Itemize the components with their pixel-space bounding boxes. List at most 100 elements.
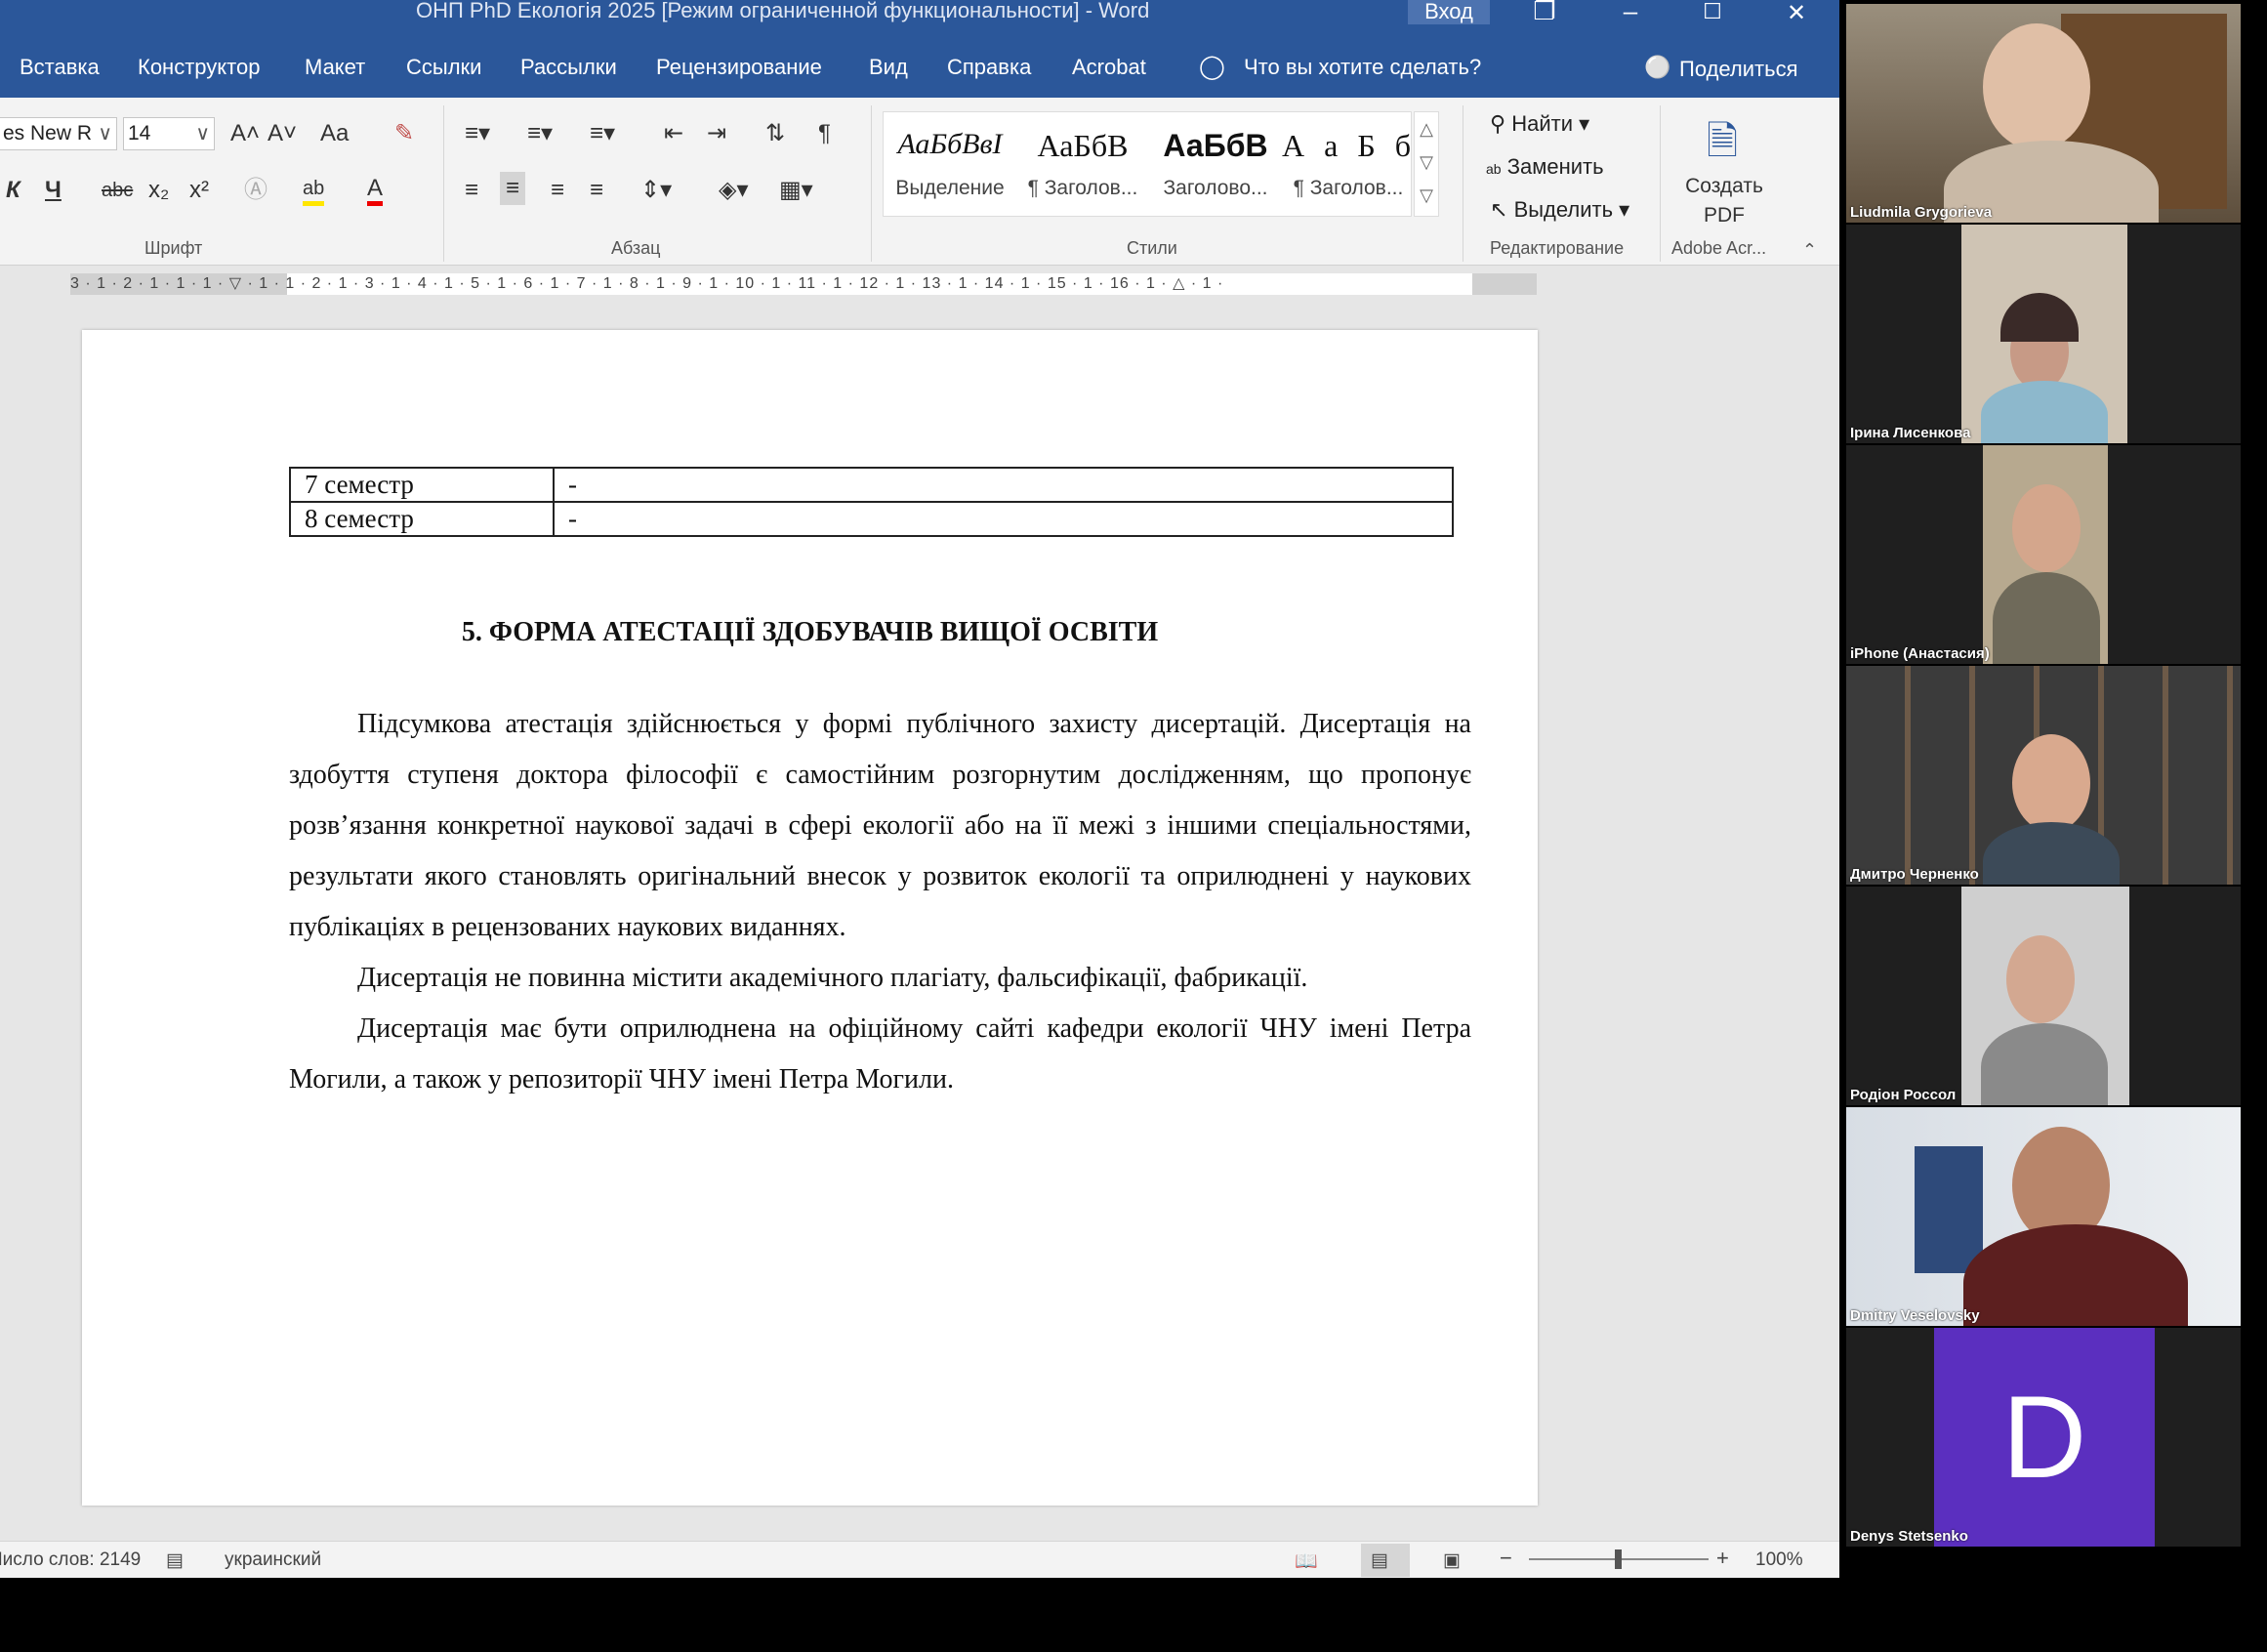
chevron-down-icon: ∨ (98, 123, 112, 145)
font-name-combo[interactable]: es New R ∨ (0, 117, 117, 150)
style-heading3[interactable]: А а Б б ¶ Заголов... (1282, 112, 1415, 216)
table-cell: - (553, 501, 1454, 537)
replace-label: Заменить (1506, 154, 1604, 179)
borders-icon[interactable]: ▦▾ (779, 176, 813, 205)
close-button[interactable]: ✕ (1777, 0, 1816, 27)
bullets-icon[interactable]: ≡▾ (465, 119, 490, 148)
tab-references[interactable]: Ссылки (406, 55, 481, 80)
sort-icon[interactable]: ⇅ (765, 119, 785, 148)
subscript-button[interactable]: x₂ (148, 176, 169, 205)
font-size-combo[interactable]: 14 ∨ (123, 117, 215, 150)
participant-tile[interactable]: iPhone (Анастасия) (1846, 445, 2241, 664)
tell-me-input[interactable]: Что вы хотите сделать? (1244, 55, 1481, 80)
shrink-font-button[interactable]: A˅ (268, 119, 297, 148)
zoom-out-button[interactable]: − (1500, 1546, 1512, 1571)
find-button[interactable]: ⚲ Найти ▾ (1490, 109, 1589, 139)
language-label[interactable]: украинский (225, 1549, 321, 1571)
signin-button[interactable]: Вход (1408, 0, 1490, 24)
font-group-label: Шрифт (144, 238, 203, 258)
participant-video (1846, 4, 2241, 223)
highlight-icon[interactable]: ab (303, 176, 325, 206)
maximize-button[interactable]: ☐ (1693, 0, 1732, 24)
table-cell: - (553, 467, 1454, 503)
tab-insert[interactable]: Вставка (20, 55, 100, 80)
word-window: ОНП PhD Екологія 2025 [Режим ограниченно… (0, 0, 1839, 1578)
strikethrough-button[interactable]: abc (102, 176, 133, 205)
decrease-indent-icon[interactable]: ⇤ (664, 119, 683, 148)
paragraph: Дисертація має бути оприлюднена на офіці… (289, 1013, 1471, 1094)
proofing-icon[interactable]: ▤ (166, 1549, 184, 1572)
share-button[interactable]: Поделиться (1679, 57, 1797, 82)
style-heading2[interactable]: АаБбВ Заголово... (1149, 112, 1282, 216)
select-button[interactable]: ↖ Выделить ▾ (1490, 195, 1629, 225)
status-bar: Число слов: 2149 ▤ украинский 📖 ▤ ▣ − + … (0, 1541, 1839, 1578)
change-case-button[interactable]: Aa (320, 119, 349, 148)
participant-tile[interactable]: Дмитро Черненко (1846, 666, 2241, 885)
increase-indent-icon[interactable]: ⇥ (707, 119, 726, 148)
word-count[interactable]: Число слов: 2149 (0, 1549, 141, 1571)
semester-table: 7 семестр - 8 семестр - (289, 467, 1454, 537)
tab-layout[interactable]: Макет (305, 55, 365, 80)
grow-font-button[interactable]: A˄ (230, 119, 260, 148)
superscript-button[interactable]: x² (189, 176, 209, 205)
clear-format-icon[interactable]: ✎ (394, 119, 414, 148)
pilcrow-icon[interactable]: ¶ (818, 119, 831, 148)
align-left-icon[interactable]: ≡ (465, 176, 478, 205)
style-name: ¶ Заголов... (1027, 177, 1138, 199)
line-spacing-icon[interactable]: ⇕▾ (640, 176, 672, 205)
numbering-icon[interactable]: ≡▾ (527, 119, 553, 148)
tab-review[interactable]: Рецензирование (656, 55, 822, 80)
tab-mailings[interactable]: Рассылки (520, 55, 617, 80)
ribbon: es New R ∨ 14 ∨ A˄ A˅ Aa ✎ К Ч abc x₂ x² Ⓐ… (0, 98, 1839, 266)
read-mode-icon[interactable]: 📖 (1295, 1549, 1318, 1573)
text-effects-icon[interactable]: Ⓐ (244, 176, 268, 205)
zoom-in-button[interactable]: + (1716, 1546, 1729, 1571)
participant-tile[interactable]: Dmitry Veselovsky (1846, 1107, 2241, 1326)
font-color-button[interactable]: A (367, 176, 384, 206)
zoom-level[interactable]: 100% (1755, 1549, 1803, 1571)
style-emphasis[interactable]: АаБбВвІ Выделение (884, 112, 1016, 216)
document-page[interactable]: 7 семестр - 8 семестр - 5. ФОРМА АТЕСТАЦІЇ… (82, 330, 1538, 1506)
ribbon-display-icon[interactable]: ❐ (1525, 0, 1564, 26)
style-heading1[interactable]: АаБбВ ¶ Заголов... (1016, 112, 1149, 216)
participant-tile[interactable]: Ірина Лисенкова (1846, 225, 2241, 443)
collapse-ribbon-icon[interactable]: ⌃ (1802, 240, 1817, 261)
tab-view[interactable]: Вид (869, 55, 908, 80)
table-cell: 7 семестр (289, 467, 555, 503)
create-pdf-button[interactable]: Создать PDF (1677, 172, 1771, 230)
table-row: 8 семестр - (289, 501, 1454, 537)
tab-design[interactable]: Конструктор (138, 55, 260, 80)
style-name: ¶ Заголов... (1293, 177, 1404, 199)
divider (871, 105, 872, 262)
participant-video (1961, 887, 2129, 1105)
web-layout-icon[interactable]: ▣ (1443, 1549, 1461, 1572)
tab-acrobat[interactable]: Acrobat (1072, 55, 1146, 80)
select-label: Выделить (1513, 197, 1614, 222)
style-preview: АаБбВ (1037, 128, 1129, 163)
participant-tile[interactable]: Liudmila Grygorieva (1846, 4, 2241, 223)
italic-button[interactable]: К (6, 176, 21, 205)
participant-name: Родіон Россол (1850, 1087, 1957, 1103)
participant-name: Denys Stetsenko (1850, 1528, 1968, 1545)
style-preview: АаБбВ (1163, 128, 1268, 163)
participant-tile[interactable]: Родіон Россол (1846, 887, 2241, 1105)
minimize-button[interactable]: – (1611, 0, 1650, 26)
align-center-icon[interactable]: ≡ (500, 172, 526, 205)
zoom-slider-thumb[interactable] (1615, 1549, 1622, 1569)
multilevel-list-icon[interactable]: ≡▾ (590, 119, 615, 148)
horizontal-ruler[interactable]: 3 · 1 · 2 · 1 · 1 · 1 · ▽ · 1 · 1 · 2 · … (70, 273, 1537, 295)
style-preview: АаБбВвІ (897, 128, 1003, 160)
shading-icon[interactable]: ◈▾ (719, 176, 749, 205)
chevron-down-icon: ∨ (195, 123, 210, 145)
participant-tile[interactable]: D Denys Stetsenko (1846, 1328, 2241, 1547)
underline-button[interactable]: Ч (45, 176, 62, 205)
styles-group-label: Стили (1127, 238, 1177, 258)
styles-scroll[interactable]: △ ▽ ▽ (1414, 111, 1439, 217)
print-layout-icon[interactable]: ▤ (1371, 1549, 1388, 1572)
align-right-icon[interactable]: ≡ (551, 176, 564, 205)
tab-help[interactable]: Справка (947, 55, 1031, 80)
replace-button[interactable]: ab Заменить (1486, 152, 1604, 184)
paragraph-group-label: Абзац (611, 238, 661, 258)
avatar: D (1934, 1328, 2155, 1547)
justify-icon[interactable]: ≡ (590, 176, 603, 205)
